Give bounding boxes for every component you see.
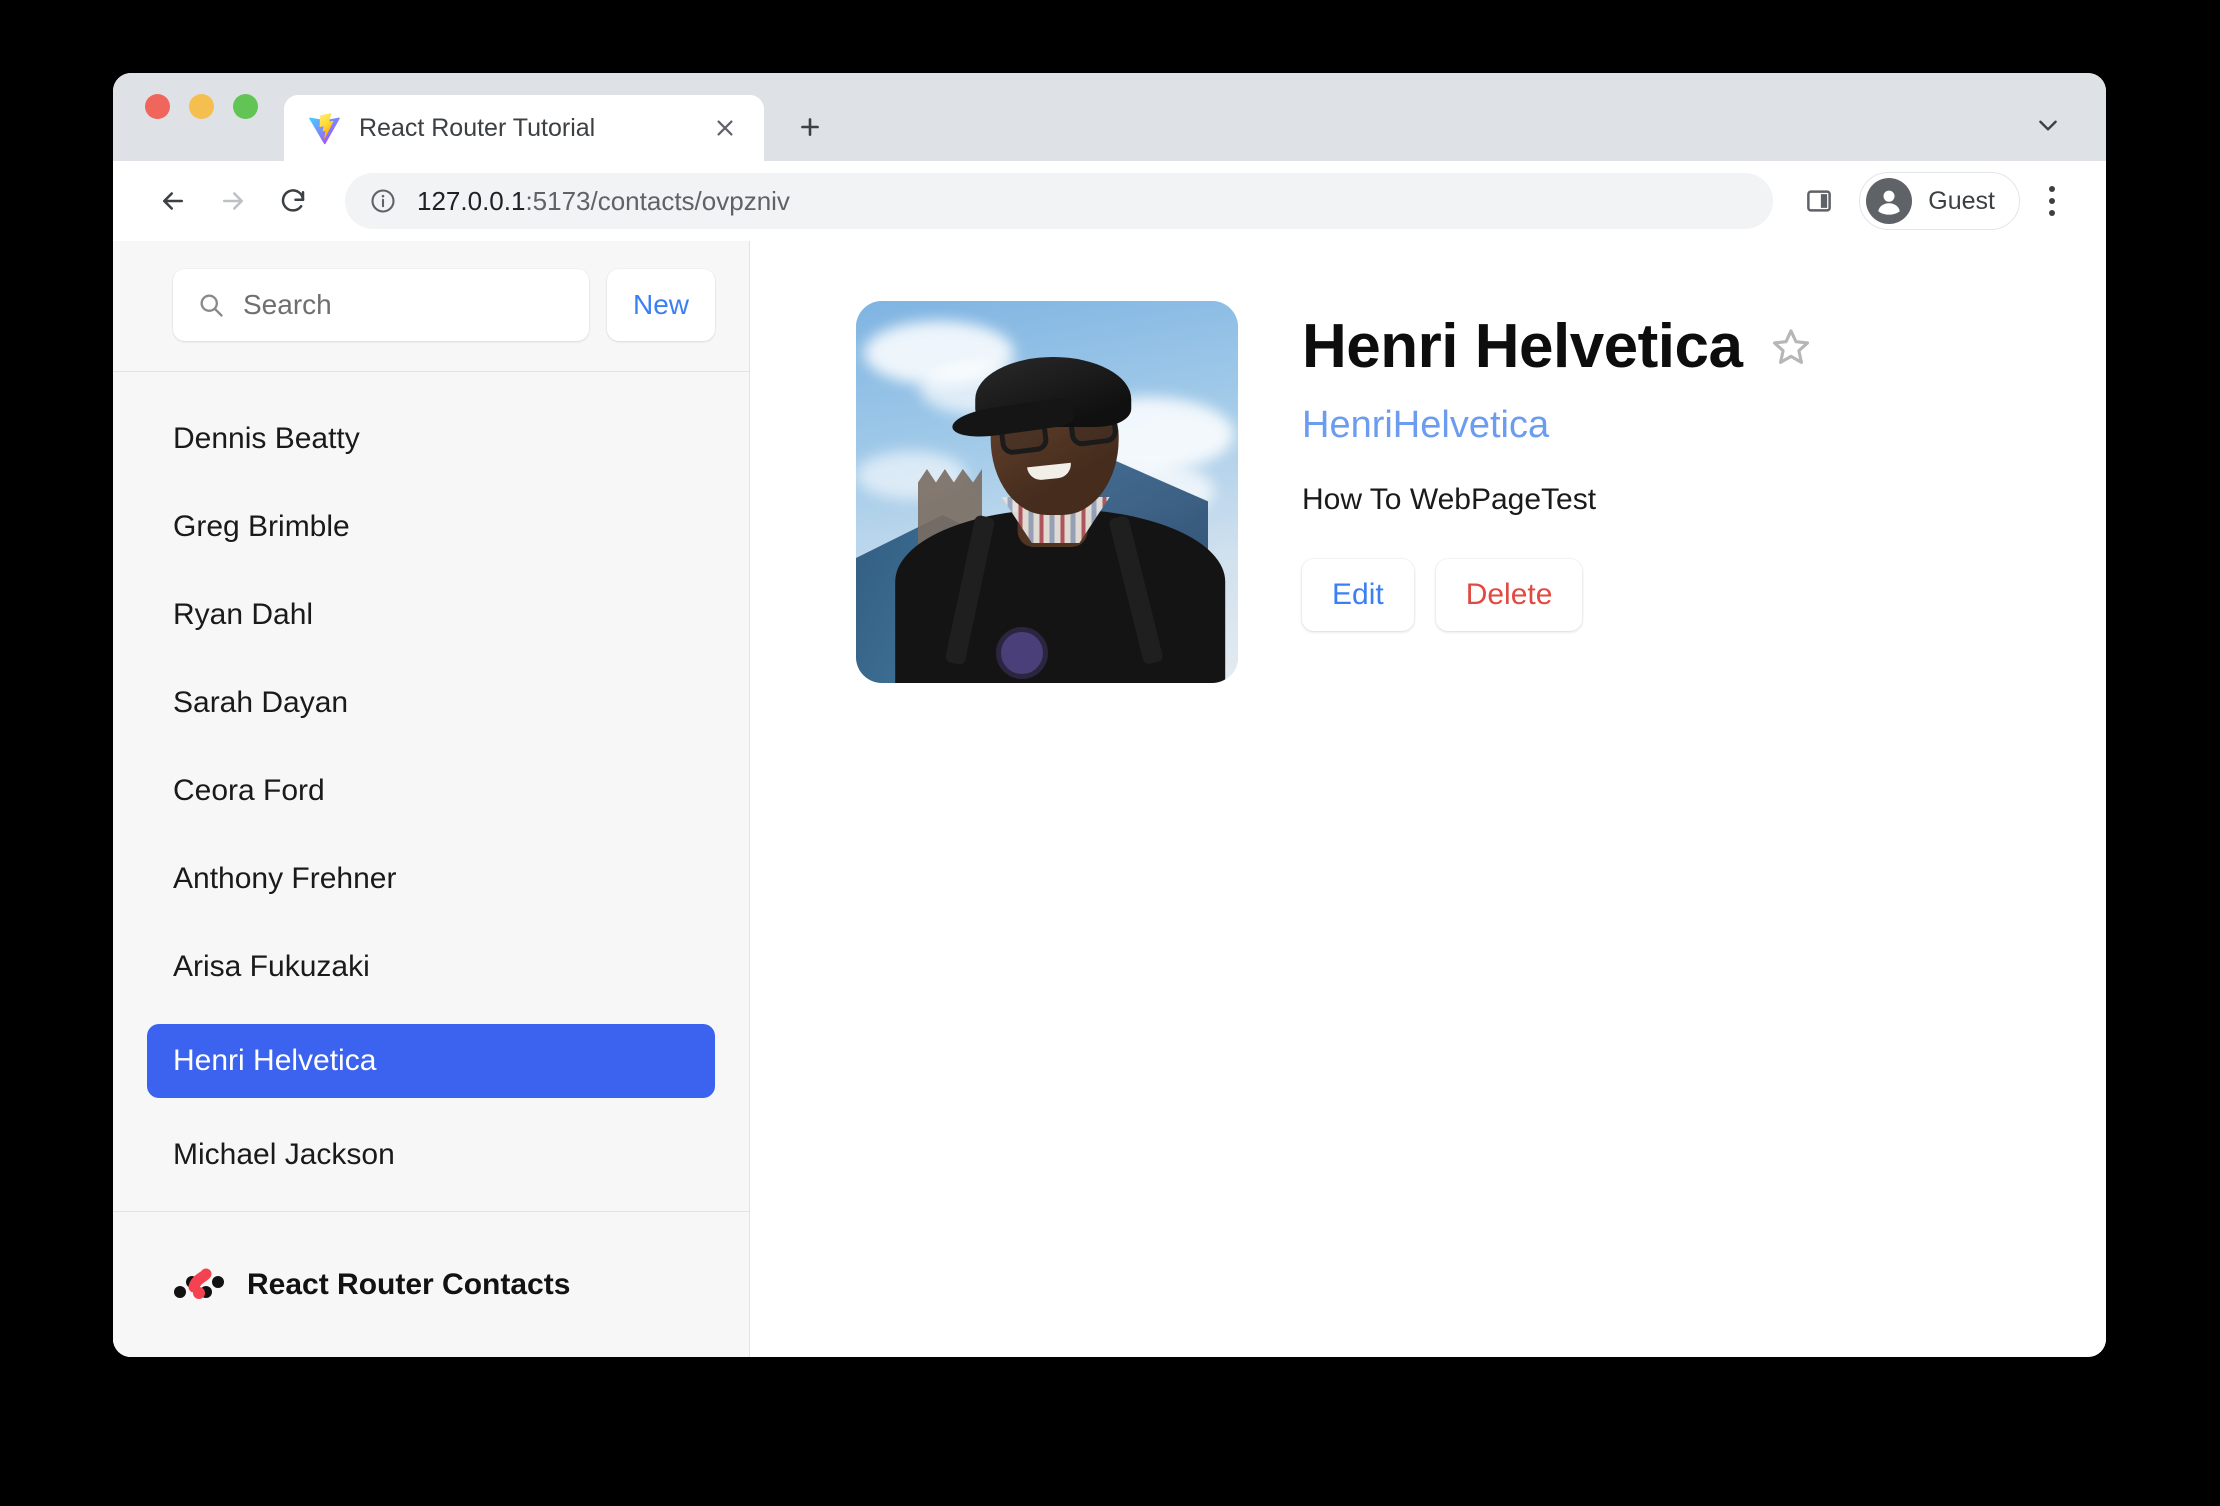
contact-name-row: Henri Helvetica: [1302, 311, 1813, 382]
sidebar-footer[interactable]: React Router Contacts: [113, 1211, 749, 1357]
contact-list-item[interactable]: Ceora Ford: [147, 760, 715, 822]
contact-info: Henri Helvetica HenriHelvetica How To We…: [1302, 301, 1813, 1357]
profile-chip[interactable]: Guest: [1859, 172, 2020, 230]
url-path: :5173/contacts/ovpzniv: [525, 185, 790, 216]
side-panel-icon[interactable]: [1791, 173, 1847, 229]
reload-icon[interactable]: [263, 171, 323, 231]
contact-actions: Edit Delete: [1302, 559, 1813, 631]
contact-list-item-label: Arisa Fukuzaki: [173, 950, 370, 983]
sidebar-search-row: Search New: [113, 241, 749, 372]
minimize-window-button[interactable]: [189, 93, 214, 119]
close-window-button[interactable]: [145, 93, 170, 119]
contact-list-item[interactable]: Arisa Fukuzaki: [147, 936, 715, 998]
edit-button[interactable]: Edit: [1302, 559, 1414, 631]
contact-list-item-label: Michael Jackson: [173, 1138, 395, 1171]
contact-list-item[interactable]: Anthony Frehner: [147, 848, 715, 910]
browser-toolbar: 127.0.0.1:5173/contacts/ovpzniv Guest: [113, 161, 2106, 241]
back-arrow-icon[interactable]: [143, 171, 203, 231]
browser-tab[interactable]: React Router Tutorial: [284, 95, 764, 161]
chevron-down-icon[interactable]: [2026, 103, 2070, 147]
photo-wristwatch: [996, 627, 1048, 679]
favorite-star-icon[interactable]: [1769, 325, 1813, 369]
contact-list-item[interactable]: Henri Helvetica: [147, 1024, 715, 1098]
contact-name: Henri Helvetica: [1302, 312, 1743, 381]
page-content: Search New Dennis Beatty Greg Brimble Ryan…: [113, 241, 2106, 1357]
contact-detail-panel: Henri Helvetica HenriHelvetica How To We…: [750, 241, 2106, 1357]
contact-list-item[interactable]: Ryan Dahl: [147, 584, 715, 646]
maximize-window-button[interactable]: [233, 93, 258, 119]
delete-button[interactable]: Delete: [1435, 559, 1583, 631]
search-icon: [197, 291, 225, 319]
contact-list-item-label: Sarah Dayan: [173, 686, 349, 719]
react-router-logo-icon: [173, 1267, 225, 1303]
sidebar: Search New Dennis Beatty Greg Brimble Ryan…: [113, 241, 750, 1357]
new-tab-button[interactable]: [786, 103, 834, 151]
contact-list-item[interactable]: Greg Brimble: [147, 496, 715, 558]
vite-logo-icon: [308, 112, 341, 145]
contact-list-item-label: Greg Brimble: [173, 510, 350, 543]
tab-strip: React Router Tutorial: [113, 73, 2106, 161]
window-traffic-lights: [145, 73, 258, 161]
contact-list-item[interactable]: Michael Jackson: [147, 1124, 715, 1186]
contact-notes: How To WebPageTest: [1302, 483, 1597, 516]
three-dot-menu-icon[interactable]: [2026, 173, 2078, 229]
address-bar[interactable]: 127.0.0.1:5173/contacts/ovpzniv: [345, 173, 1774, 229]
browser-window: React Router Tutorial 127.0.0.1:5173/con…: [113, 73, 2106, 1357]
sidebar-footer-label: React Router Contacts: [247, 1267, 571, 1301]
address-bar-url: 127.0.0.1:5173/contacts/ovpzniv: [417, 186, 790, 217]
close-icon[interactable]: [708, 111, 742, 145]
profile-name: Guest: [1928, 186, 1995, 215]
contact-list-item[interactable]: Sarah Dayan: [147, 672, 715, 734]
search-input[interactable]: Search: [173, 269, 589, 341]
contact-twitter-link[interactable]: HenriHelvetica: [1302, 404, 1813, 447]
contact-list-item-label: Ceora Ford: [173, 774, 325, 807]
avatar: [1866, 178, 1913, 224]
contact-avatar-photo: [856, 301, 1238, 683]
forward-arrow-icon[interactable]: [203, 171, 263, 231]
contact-list-item[interactable]: Dennis Beatty: [147, 408, 715, 470]
url-host: 127.0.0.1: [417, 185, 526, 216]
info-circle-icon[interactable]: [369, 187, 397, 215]
new-contact-button[interactable]: New: [606, 269, 715, 341]
contact-list-item-label: Henri Helvetica: [173, 1044, 377, 1077]
contact-list-item-label: Ryan Dahl: [173, 598, 314, 631]
contact-list[interactable]: Dennis Beatty Greg Brimble Ryan Dahl Sarah …: [113, 372, 749, 1211]
tab-title: React Router Tutorial: [359, 113, 596, 142]
search-placeholder: Search: [243, 289, 332, 320]
contact-list-item-label: Dennis Beatty: [173, 422, 360, 455]
contact-list-item-label: Anthony Frehner: [173, 862, 397, 895]
